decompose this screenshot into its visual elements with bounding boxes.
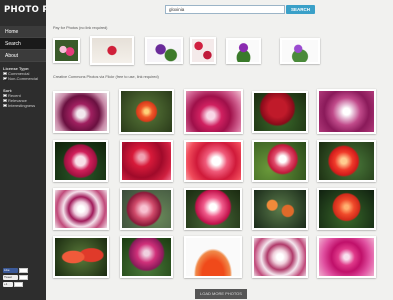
- photo-thumbnail[interactable]: [53, 140, 108, 182]
- paid-photo-thumbnail[interactable]: [145, 37, 183, 64]
- facebook-like-count: [19, 268, 28, 273]
- paid-photo-thumbnail[interactable]: [226, 38, 261, 64]
- checkbox[interactable]: [3, 103, 7, 108]
- creative-commons-label: Creative Commons Photos via Flickr (free…: [53, 75, 159, 79]
- nav-item-about[interactable]: About: [0, 50, 46, 62]
- paid-photo-thumbnail[interactable]: [190, 37, 216, 64]
- photo-thumbnail[interactable]: [184, 89, 243, 134]
- photo-thumbnail[interactable]: [120, 188, 173, 230]
- google-plus-count: [14, 282, 23, 287]
- photo-thumbnail[interactable]: [317, 140, 376, 182]
- checkbox-checked[interactable]: [3, 76, 7, 81]
- photo-thumbnail[interactable]: [317, 236, 376, 278]
- nav-item-home[interactable]: Home: [0, 26, 46, 38]
- photo-thumbnail[interactable]: [184, 140, 243, 182]
- search-bar: SEARCH: [46, 0, 393, 18]
- paid-photos-label: Pay for Photos (no link required): [53, 26, 108, 30]
- photo-thumbnail[interactable]: [53, 188, 109, 230]
- search-input[interactable]: [165, 5, 285, 14]
- photo-thumbnail[interactable]: [120, 236, 173, 278]
- sort-option-interestingness[interactable]: Interestingness: [3, 103, 35, 108]
- checkbox[interactable]: [3, 71, 7, 76]
- photo-thumbnail[interactable]: [184, 188, 242, 230]
- photo-thumbnail[interactable]: [53, 236, 109, 278]
- checkbox[interactable]: [3, 93, 7, 98]
- paid-photo-thumbnail[interactable]: [53, 38, 80, 63]
- photo-thumbnail[interactable]: [252, 140, 308, 182]
- license-option-non-commercial[interactable]: Non-Commercial: [3, 76, 38, 81]
- paid-photo-thumbnail[interactable]: [90, 36, 134, 65]
- photo-thumbnail[interactable]: [252, 91, 308, 133]
- photo-thumbnail[interactable]: [184, 236, 242, 278]
- tweet-button[interactable]: Tweet: [3, 275, 18, 280]
- search-button[interactable]: SEARCH: [286, 5, 315, 14]
- photo-thumbnail[interactable]: [120, 140, 173, 182]
- checkbox[interactable]: [3, 98, 7, 103]
- photo-thumbnail[interactable]: [252, 188, 308, 230]
- sidebar: PHOTO PIN Home Search About License Type…: [0, 0, 59, 300]
- tweet-count: [19, 275, 28, 280]
- nav-item-search[interactable]: Search: [0, 38, 46, 50]
- photo-thumbnail[interactable]: [252, 236, 308, 278]
- google-plus-button[interactable]: +1: [3, 282, 13, 287]
- photo-thumbnail[interactable]: [317, 89, 376, 134]
- photo-thumbnail[interactable]: [119, 89, 174, 134]
- load-more-button[interactable]: LOAD MORE PHOTOS: [195, 289, 247, 299]
- facebook-like-button[interactable]: Like: [3, 268, 18, 273]
- paid-photo-thumbnail[interactable]: [280, 38, 320, 64]
- photo-thumbnail[interactable]: [317, 188, 376, 230]
- photo-thumbnail[interactable]: [53, 91, 109, 133]
